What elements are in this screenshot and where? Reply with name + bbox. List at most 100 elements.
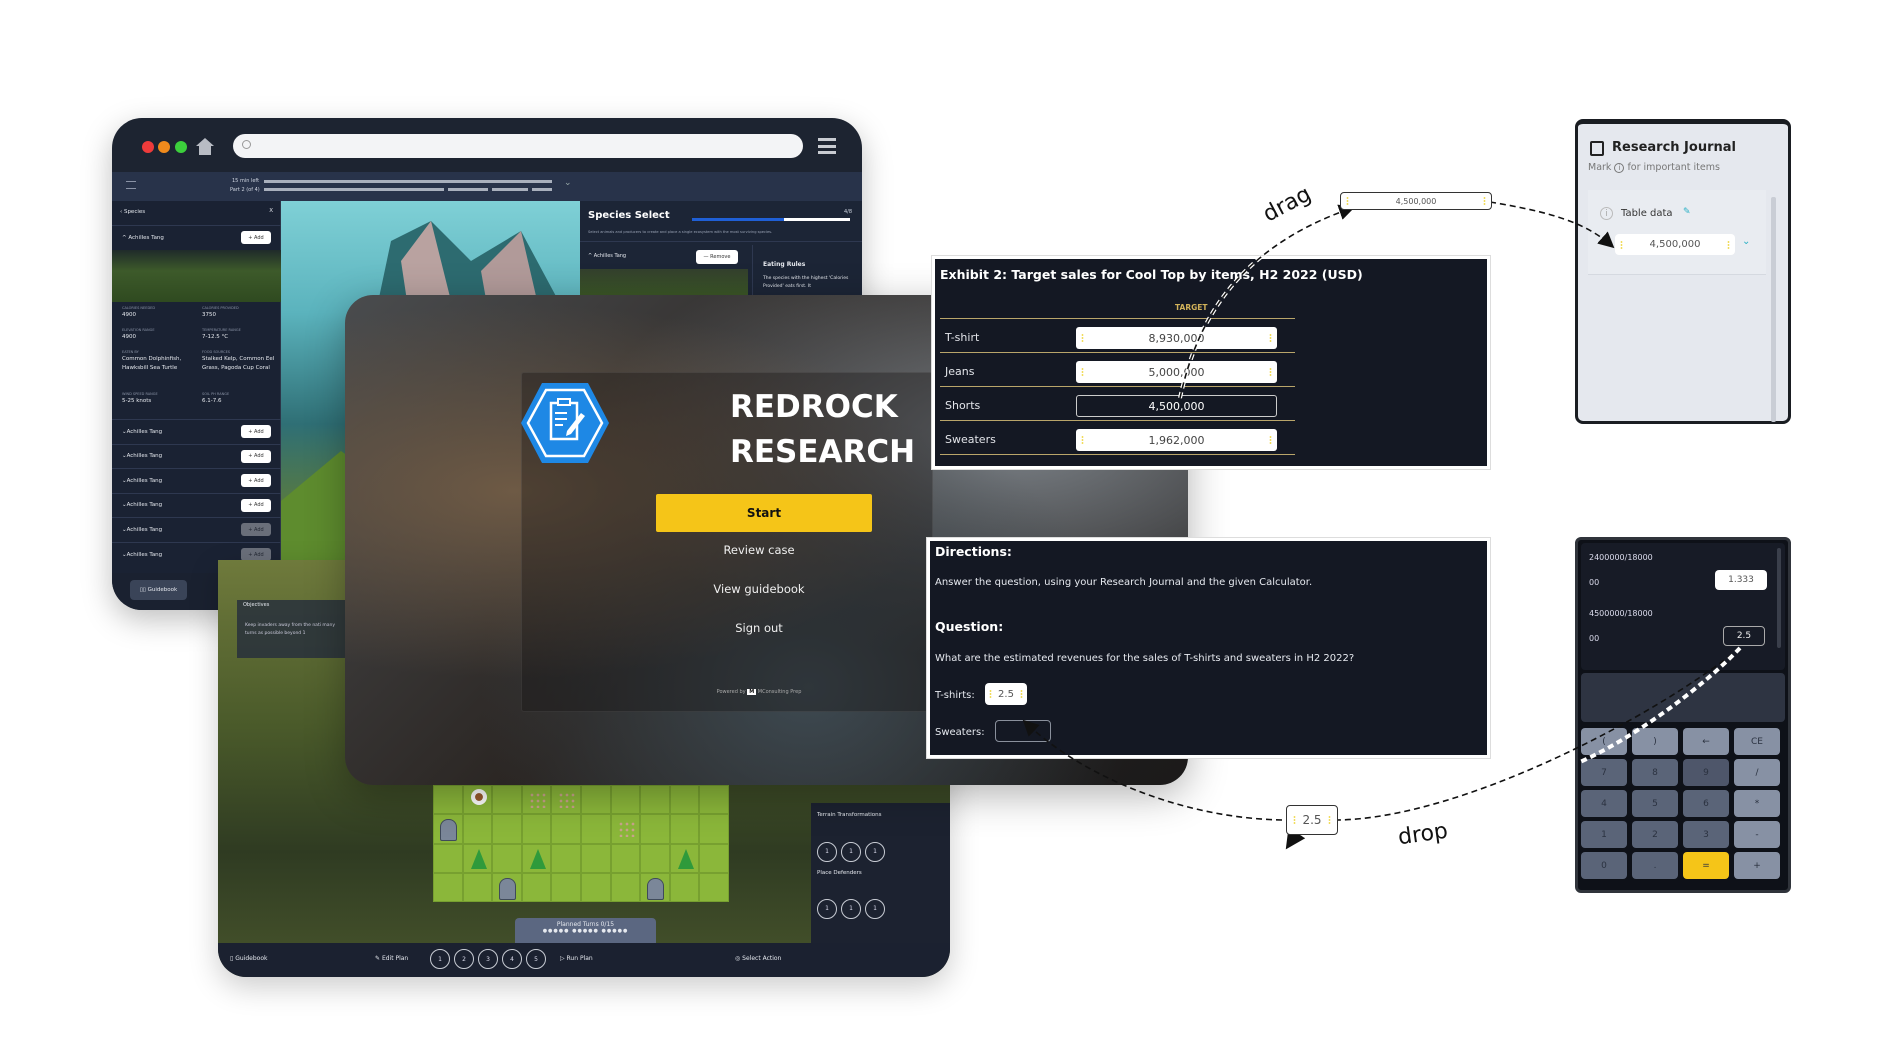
close-dot-icon[interactable] — [142, 141, 154, 153]
edit-plan-button[interactable]: ✎ Edit Plan — [375, 955, 408, 962]
remove-button[interactable]: — Remove — [696, 250, 738, 264]
board-cell[interactable] — [669, 814, 700, 844]
calc-key[interactable]: CE — [1734, 728, 1780, 755]
species-list-item[interactable]: ⌄ Achilles Tang + Add — [112, 468, 281, 492]
journal-scrollbar[interactable] — [1771, 197, 1776, 422]
game-board[interactable] — [433, 785, 729, 902]
board-cell[interactable] — [462, 814, 493, 844]
add-button[interactable]: + Add — [241, 449, 271, 463]
board-cell[interactable] — [551, 785, 581, 815]
board-cell[interactable] — [640, 785, 670, 815]
board-cell[interactable] — [581, 785, 611, 815]
turns-option[interactable]: 1 — [430, 949, 450, 969]
board-cell[interactable] — [521, 785, 552, 815]
start-button[interactable]: Start — [656, 494, 872, 532]
calc-key[interactable]: 1 — [1581, 821, 1627, 848]
terrain-option[interactable]: 1 — [865, 841, 885, 862]
review-case-link[interactable]: Review case — [554, 543, 964, 557]
maximize-dot-icon[interactable] — [175, 141, 187, 153]
board-cell[interactable] — [581, 843, 611, 873]
species-list-item[interactable]: ⌄ Achilles Tang + Add — [112, 419, 281, 443]
calc-key[interactable]: + — [1734, 852, 1780, 879]
defenders-option[interactable]: 1 — [817, 898, 837, 919]
calc-key[interactable]: 2 — [1632, 821, 1678, 848]
add-button[interactable]: + Add — [241, 474, 271, 488]
view-guidebook-link[interactable]: View guidebook — [554, 582, 964, 596]
target-value-cell[interactable]: 1,962,000 — [1076, 429, 1277, 451]
calc-key[interactable]: 0 — [1581, 852, 1627, 879]
calc-key[interactable]: 7 — [1581, 759, 1627, 786]
board-cell[interactable] — [492, 785, 522, 815]
calc-key[interactable]: / — [1734, 759, 1780, 786]
calc-key[interactable]: ( — [1581, 728, 1627, 755]
board-cell[interactable] — [462, 785, 493, 815]
sign-out-link[interactable]: Sign out — [554, 621, 964, 635]
target-value-cell[interactable]: 5,000,000 — [1076, 361, 1277, 383]
calc-key[interactable]: * — [1734, 790, 1780, 817]
calc-key[interactable]: 3 — [1683, 821, 1729, 848]
board-cell[interactable] — [640, 872, 670, 902]
history-result-chip[interactable]: 2.5 — [1723, 626, 1765, 646]
board-cell[interactable] — [433, 814, 463, 844]
board-cell[interactable] — [699, 814, 729, 844]
board-cell[interactable] — [640, 843, 670, 873]
board-cell[interactable] — [581, 814, 611, 844]
defenders-option[interactable]: 1 — [841, 898, 861, 919]
terrain-option[interactable]: 1 — [841, 841, 861, 862]
species-list-item[interactable]: ⌄ Achilles Tang + Add — [112, 492, 281, 517]
address-bar[interactable] — [233, 134, 803, 158]
board-cell[interactable] — [462, 843, 493, 873]
board-cell[interactable] — [551, 843, 581, 873]
journal-entry-chip[interactable]: 4,500,000 — [1615, 234, 1735, 255]
calc-key[interactable]: - — [1734, 821, 1780, 848]
history-scrollbar[interactable] — [1777, 548, 1781, 648]
calc-key[interactable]: 4 — [1581, 790, 1627, 817]
menu-icon[interactable] — [818, 138, 836, 154]
guidebook-button[interactable]: ▯▯ Guidebook — [130, 580, 187, 600]
turns-option[interactable]: 5 — [526, 949, 546, 969]
calc-key[interactable]: 8 — [1632, 759, 1678, 786]
calc-key[interactable]: = — [1683, 852, 1729, 879]
close-icon[interactable]: X — [269, 208, 273, 214]
target-value-cell[interactable]: 4,500,000 — [1076, 395, 1277, 417]
board-cell[interactable] — [581, 872, 611, 902]
board-cell[interactable] — [462, 872, 493, 902]
defenders-option[interactable]: 1 — [865, 898, 885, 919]
board-cell[interactable] — [492, 814, 522, 844]
edit-icon[interactable]: ✎ — [1683, 207, 1691, 217]
board-cell[interactable] — [610, 872, 641, 902]
board-cell[interactable] — [699, 785, 729, 815]
sweaters-answer-field[interactable] — [995, 720, 1051, 742]
turns-option[interactable]: 4 — [502, 949, 522, 969]
board-cell[interactable] — [699, 872, 729, 902]
board-cell[interactable] — [699, 843, 729, 873]
board-cell[interactable] — [551, 872, 581, 902]
board-cell[interactable] — [433, 785, 463, 815]
run-plan-button[interactable]: ▷ Run Plan — [560, 955, 593, 962]
drag-chip[interactable]: 4,500,000 — [1340, 192, 1492, 210]
calc-key[interactable]: 6 — [1683, 790, 1729, 817]
add-button[interactable]: + Add — [241, 498, 271, 512]
board-cell[interactable] — [610, 814, 641, 844]
board-cell[interactable] — [521, 814, 552, 844]
minimize-dot-icon[interactable] — [158, 141, 170, 153]
board-cell[interactable] — [669, 872, 700, 902]
add-button[interactable]: + Add — [241, 523, 271, 537]
terrain-option[interactable]: 1 — [817, 841, 837, 862]
calc-key[interactable]: . — [1632, 852, 1678, 879]
guidebook-button[interactable]: ▯ Guidebook — [230, 955, 267, 962]
select-action-button[interactable]: ◎ Select Action — [735, 955, 781, 962]
add-button[interactable]: + Add — [241, 425, 271, 438]
board-cell[interactable] — [610, 785, 641, 815]
turns-option[interactable]: 3 — [478, 949, 498, 969]
board-cell[interactable] — [669, 785, 700, 815]
calc-key[interactable]: 5 — [1632, 790, 1678, 817]
board-cell[interactable] — [640, 814, 670, 844]
board-cell[interactable] — [669, 843, 700, 873]
tshirts-answer-field[interactable]: 2.5 — [985, 683, 1027, 705]
turns-option[interactable]: 2 — [454, 949, 474, 969]
target-value-cell[interactable]: 8,930,000 — [1076, 327, 1277, 349]
calc-key[interactable]: 9 — [1683, 759, 1729, 786]
board-cell[interactable] — [492, 843, 522, 873]
add-button[interactable]: + Add — [241, 231, 271, 244]
